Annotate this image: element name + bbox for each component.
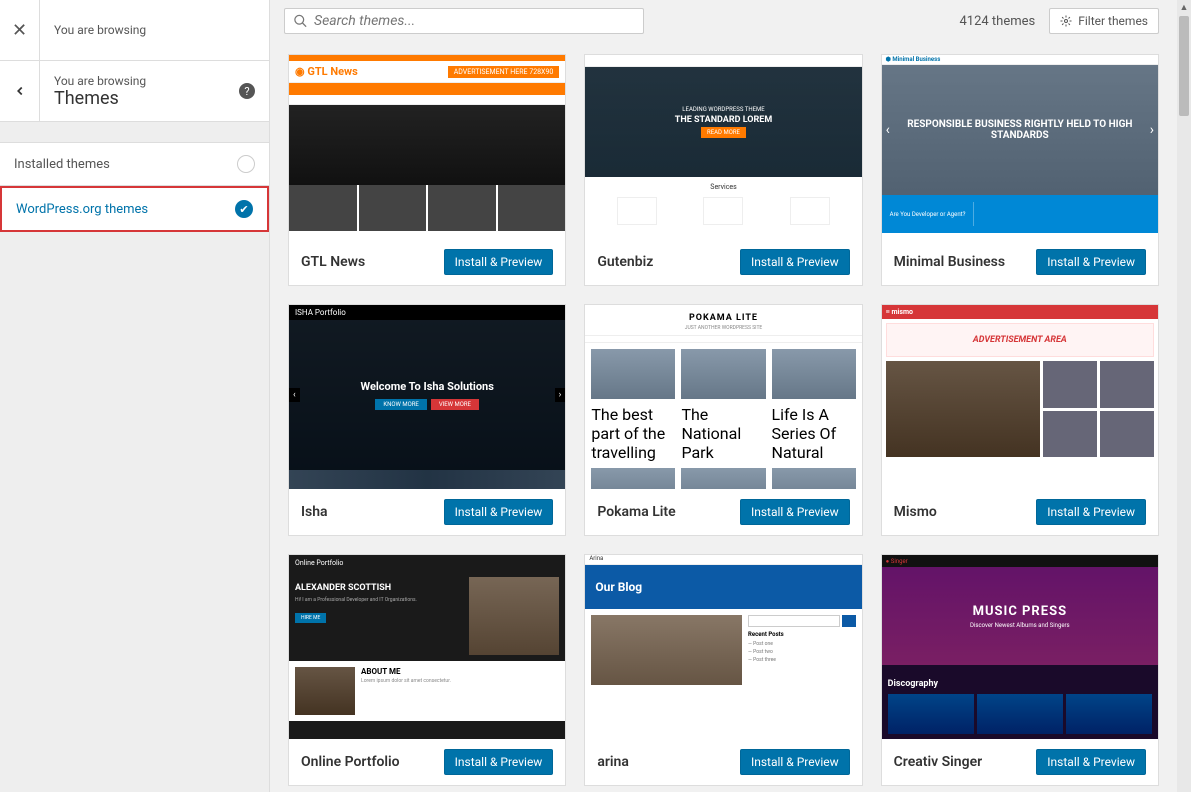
close-button[interactable]: ✕	[0, 0, 40, 60]
install-preview-button[interactable]: Install & Preview	[444, 749, 554, 775]
theme-thumbnail: POKAMA LITE JUST ANOTHER WORDPRESS SITE …	[585, 305, 861, 489]
filter-themes-button[interactable]: Filter themes	[1049, 8, 1159, 34]
theme-thumbnail: Online Portfolio ALEXANDER SCOTTISHHi! I…	[289, 555, 565, 739]
back-button[interactable]	[0, 61, 40, 121]
theme-card[interactable]: Arina Our Blog Recent Posts— Post one— P…	[584, 554, 862, 786]
theme-name: Minimal Business	[894, 254, 1005, 270]
theme-thumbnail: ⬢ Minimal Business ‹RESPONSIBLE BUSINESS…	[882, 55, 1158, 239]
theme-card[interactable]: ◉ GTL NewsADVERTISEMENT HERE 728X90 GTL …	[288, 54, 566, 286]
radio-unchecked-icon	[237, 155, 255, 173]
browsing-label: You are browsing	[54, 23, 146, 37]
theme-card[interactable]: POKAMA LITE JUST ANOTHER WORDPRESS SITE …	[584, 304, 862, 536]
search-input[interactable]	[314, 13, 635, 29]
theme-thumbnail: ◉ GTL NewsADVERTISEMENT HERE 728X90	[289, 55, 565, 239]
theme-name: Mismo	[894, 504, 937, 520]
gear-icon	[1060, 15, 1072, 27]
theme-name: Creativ Singer	[894, 754, 982, 770]
theme-card[interactable]: ≡ mismo ADVERTISEMENT AREA Mismo Install…	[881, 304, 1159, 536]
filter-button-label: Filter themes	[1078, 14, 1148, 28]
install-preview-button[interactable]: Install & Preview	[1036, 499, 1146, 525]
install-preview-button[interactable]: Install & Preview	[740, 249, 850, 275]
scroll-up-icon[interactable]: ▲	[1177, 0, 1191, 14]
help-icon[interactable]: ?	[239, 83, 255, 99]
theme-thumbnail: ISHA Portfolio ‹Welcome To Isha Solution…	[289, 305, 565, 489]
theme-card[interactable]: ISHA Portfolio ‹Welcome To Isha Solution…	[288, 304, 566, 536]
theme-name: GTL News	[301, 254, 365, 270]
install-preview-button[interactable]: Install & Preview	[1036, 749, 1146, 775]
install-preview-button[interactable]: Install & Preview	[740, 749, 850, 775]
theme-thumbnail: ≡ mismo ADVERTISEMENT AREA	[882, 305, 1158, 489]
sidebar-header: ✕ You are browsing	[0, 0, 269, 61]
theme-thumbnail: Arina Our Blog Recent Posts— Post one— P…	[585, 555, 861, 739]
panel-title: Themes	[54, 88, 146, 109]
filter-wordpress-org-themes[interactable]: WordPress.org themes ✔	[0, 186, 269, 232]
install-preview-button[interactable]: Install & Preview	[1036, 249, 1146, 275]
theme-card[interactable]: Online Portfolio ALEXANDER SCOTTISHHi! I…	[288, 554, 566, 786]
theme-name: Gutenbiz	[597, 254, 653, 270]
theme-name: Isha	[301, 504, 328, 520]
install-preview-button[interactable]: Install & Preview	[444, 249, 554, 275]
sidebar: ✕ You are browsing You are browsing Them…	[0, 0, 270, 792]
main-panel: 4124 themes Filter themes ◉ GTL NewsADVE…	[270, 0, 1177, 792]
theme-card[interactable]: LEADING WORDPRESS THEMETHE STANDARD LORE…	[584, 54, 862, 286]
top-bar: 4124 themes Filter themes	[270, 0, 1177, 42]
theme-count: 4124 themes	[959, 14, 1035, 29]
theme-card[interactable]: ⬢ Minimal Business ‹RESPONSIBLE BUSINESS…	[881, 54, 1159, 286]
browsing-label-2: You are browsing	[54, 74, 146, 88]
install-preview-button[interactable]: Install & Preview	[740, 499, 850, 525]
theme-grid: ◉ GTL NewsADVERTISEMENT HERE 728X90 GTL …	[270, 42, 1177, 792]
scrollbar[interactable]: ▲	[1177, 0, 1191, 792]
theme-card[interactable]: ● Singer MUSIC PRESSDiscover Newest Albu…	[881, 554, 1159, 786]
filter-label: Installed themes	[14, 157, 110, 172]
radio-checked-icon: ✔	[235, 200, 253, 218]
theme-thumbnail: ● Singer MUSIC PRESSDiscover Newest Albu…	[882, 555, 1158, 739]
search-icon	[293, 13, 308, 29]
theme-name: arina	[597, 754, 629, 770]
install-preview-button[interactable]: Install & Preview	[444, 499, 554, 525]
search-wrapper[interactable]	[284, 8, 644, 34]
scroll-thumb[interactable]	[1179, 16, 1189, 116]
filter-label: WordPress.org themes	[16, 202, 148, 217]
theme-name: Online Portfolio	[301, 754, 400, 770]
filter-list: Installed themes WordPress.org themes ✔	[0, 142, 269, 232]
theme-name: Pokama Lite	[597, 504, 675, 520]
filter-installed-themes[interactable]: Installed themes	[0, 142, 269, 186]
theme-thumbnail: LEADING WORDPRESS THEMETHE STANDARD LORE…	[585, 55, 861, 239]
